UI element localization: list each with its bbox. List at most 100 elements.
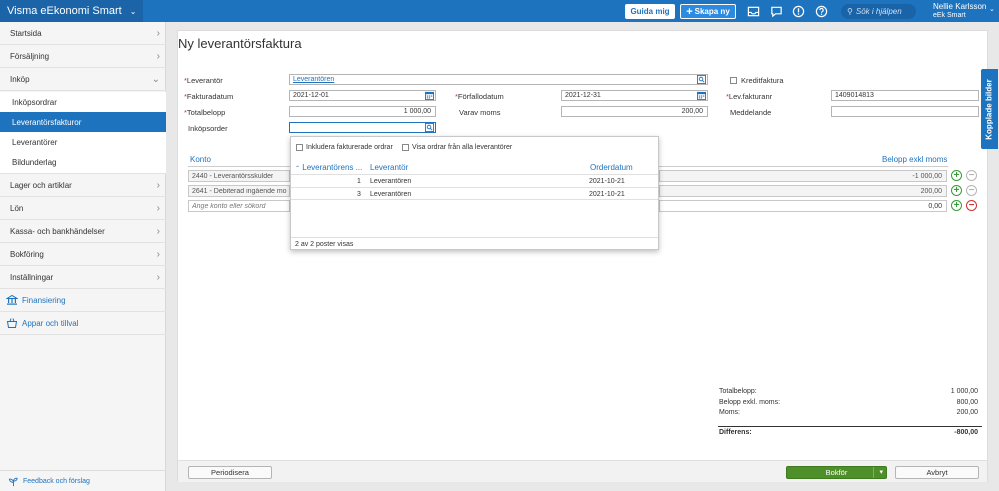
add-row-icon[interactable]: + xyxy=(951,185,962,196)
sidebar-subitem-inkopsordrar[interactable]: Inköpsordrar xyxy=(0,92,166,112)
search-list-icon[interactable] xyxy=(425,123,434,132)
option-label: Visa ordrar från alla leverantörer xyxy=(412,144,513,151)
totals-divider xyxy=(718,426,982,427)
totals-belopp-exkl-value: 800,00 xyxy=(956,399,978,406)
sidebar-subitem-bildunderlag[interactable]: Bildunderlag xyxy=(0,152,166,174)
help-icon[interactable] xyxy=(814,4,828,18)
inbox-icon[interactable] xyxy=(746,4,760,18)
help-search-input[interactable]: ⚲ Sök i hjälpen xyxy=(841,4,916,19)
remove-row-icon[interactable]: − xyxy=(966,200,977,211)
sidebar-item-label: Lön xyxy=(10,203,24,213)
chevron-down-icon: ⌄ xyxy=(989,6,995,13)
user-menu[interactable]: Nellie Karlsson eEk Smart ⌄ xyxy=(933,2,995,20)
totalbelopp-value: 1 000,00 xyxy=(403,108,431,115)
totalbelopp-input[interactable]: 1 000,00 xyxy=(289,106,436,117)
meddelande-input[interactable] xyxy=(831,106,979,117)
search-list-icon[interactable] xyxy=(697,75,706,84)
skapa-ny-label: Skapa ny xyxy=(694,7,730,16)
sidebar-item-lon[interactable]: Lön › xyxy=(0,197,166,220)
order-nr: 1 xyxy=(357,178,361,185)
checkbox[interactable] xyxy=(296,144,303,151)
guida-mig-button[interactable]: Guida mig xyxy=(625,4,675,19)
levfakturanr-label: *Lev.fakturanr xyxy=(726,92,773,101)
belopp-input-new[interactable]: 0,00 xyxy=(659,200,947,212)
totals-moms-label: Moms: xyxy=(719,409,740,416)
totals-moms-value: 200,00 xyxy=(956,409,978,416)
visa-alla-leverantorer-option[interactable]: Visa ordrar från alla leverantörer xyxy=(402,144,512,151)
bokfor-button[interactable]: Bokför ▾ xyxy=(786,466,887,479)
sidebar-item-label: Inköpsordrar xyxy=(12,97,57,107)
calendar-icon[interactable] xyxy=(425,91,434,100)
periodisera-button[interactable]: Periodisera xyxy=(188,466,272,479)
totals-totalbelopp-label: Totalbelopp: xyxy=(719,388,757,395)
alert-icon[interactable] xyxy=(791,4,805,18)
konto-value: 2641 - Debiterad ingående mo xyxy=(192,187,287,195)
sidebar-item-label: Startsida xyxy=(10,28,42,38)
fakturadatum-input[interactable]: 2021-12-01 xyxy=(289,90,436,101)
inkopsorder-input[interactable] xyxy=(289,122,436,133)
page-title: Ny leverantörsfaktura xyxy=(178,36,302,51)
forfallodatum-input[interactable]: 2021-12-31 xyxy=(561,90,708,101)
add-row-icon[interactable]: + xyxy=(951,200,962,211)
col-header-orderdatum[interactable]: Orderdatum xyxy=(590,163,633,172)
table-row[interactable]: 3 Leverantören 2021-10-21 xyxy=(291,187,658,200)
chevron-right-icon: › xyxy=(156,202,160,214)
sidebar-item-label: Inköp xyxy=(10,74,30,84)
meddelande-label: Meddelande xyxy=(730,108,772,117)
konto-input-row-2[interactable]: 2641 - Debiterad ingående mo xyxy=(188,185,290,197)
belopp-input-row-1[interactable]: -1 000,00 xyxy=(659,170,947,182)
forfallodatum-label: *Förfallodatum xyxy=(455,92,504,101)
bokfor-label: Bokför xyxy=(825,468,848,477)
col-header-leverantorens-nr[interactable]: ⌃ Leverantörens ... xyxy=(295,163,362,172)
sidebar-item-kassa[interactable]: Kassa- och bankhändelser › xyxy=(0,220,166,243)
varav-moms-input[interactable]: 200,00 xyxy=(561,106,708,117)
konto-input-new[interactable]: Ange konto eller sökord xyxy=(188,200,290,212)
sidebar-item-forsaljning[interactable]: Försäljning › xyxy=(0,45,166,68)
avbryt-button[interactable]: Avbryt xyxy=(895,466,979,479)
top-bar: Visma eEkonomi Smart ⌄ Guida mig + Skapa… xyxy=(0,0,999,22)
sidebar-item-finansiering[interactable]: Finansiering xyxy=(0,289,166,312)
feedback-link[interactable]: Feedback och förslag xyxy=(0,470,166,491)
skapa-ny-button[interactable]: + Skapa ny xyxy=(680,4,736,19)
inkopsorder-dropdown: Inkludera fakturerade ordrar Visa ordrar… xyxy=(290,136,659,250)
chat-icon[interactable] xyxy=(769,4,783,18)
add-row-icon[interactable]: + xyxy=(951,170,962,181)
sidebar-item-bokforing[interactable]: Bokföring › xyxy=(0,243,166,266)
checkbox[interactable] xyxy=(402,144,409,151)
sidebar-item-lager[interactable]: Lager och artiklar › xyxy=(0,174,166,197)
sidebar-item-startsida[interactable]: Startsida › xyxy=(0,22,166,45)
col-header-leverantor[interactable]: Leverantör xyxy=(370,163,408,172)
plant-icon xyxy=(8,477,18,486)
chevron-down-icon[interactable]: ▾ xyxy=(879,467,883,478)
app-switcher[interactable]: Visma eEkonomi Smart ⌄ xyxy=(0,0,143,22)
remove-row-icon[interactable]: − xyxy=(966,170,977,181)
belopp-input-row-2[interactable]: 200,00 xyxy=(659,185,947,197)
sidebar-subitem-leverantorer[interactable]: Leverantörer xyxy=(0,132,166,152)
belopp-column-header: Belopp exkl moms xyxy=(882,155,948,164)
kreditfaktura-label: Kreditfaktura xyxy=(741,76,784,85)
chevron-right-icon: › xyxy=(156,248,160,260)
sidebar-item-appar[interactable]: Appar och tillval xyxy=(0,312,166,335)
calendar-icon[interactable] xyxy=(697,91,706,100)
inkludera-fakturerade-option[interactable]: Inkludera fakturerade ordrar xyxy=(296,144,393,151)
table-row[interactable]: 1 Leverantören 2021-10-21 xyxy=(291,174,658,187)
leverantor-value: Leverantören xyxy=(293,76,335,83)
main-panel: Ny leverantörsfaktura *Leverantör Levera… xyxy=(177,30,988,482)
levfakturanr-input[interactable]: 1409014813 xyxy=(831,90,979,101)
sidebar-item-installningar[interactable]: Inställningar › xyxy=(0,266,166,289)
chevron-right-icon: › xyxy=(156,50,160,62)
sidebar-item-inkop[interactable]: Inköp ⌄ xyxy=(0,68,166,91)
kopplade-bilder-label: Kopplade bilder xyxy=(985,78,995,140)
totalbelopp-label: *Totalbelopp xyxy=(184,108,226,117)
kreditfaktura-checkbox[interactable] xyxy=(730,77,737,84)
konto-input-row-1[interactable]: 2440 - Leverantörsskulder xyxy=(188,170,290,182)
belopp-value: 200,00 xyxy=(920,187,942,195)
kopplade-bilder-tab[interactable]: Kopplade bilder xyxy=(981,69,998,149)
fakturadatum-value: 2021-12-01 xyxy=(293,92,329,99)
sidebar-subitem-leverantorsfakturor[interactable]: Leverantörsfakturor xyxy=(0,112,166,132)
sidebar: Startsida › Försäljning › Inköp ⌄ Inköps… xyxy=(0,22,166,491)
remove-row-icon[interactable]: − xyxy=(966,185,977,196)
leverantor-input[interactable]: Leverantören xyxy=(289,74,708,85)
col-header-label: Leverantörens ... xyxy=(302,163,363,172)
user-name: Nellie Karlsson xyxy=(933,2,987,11)
